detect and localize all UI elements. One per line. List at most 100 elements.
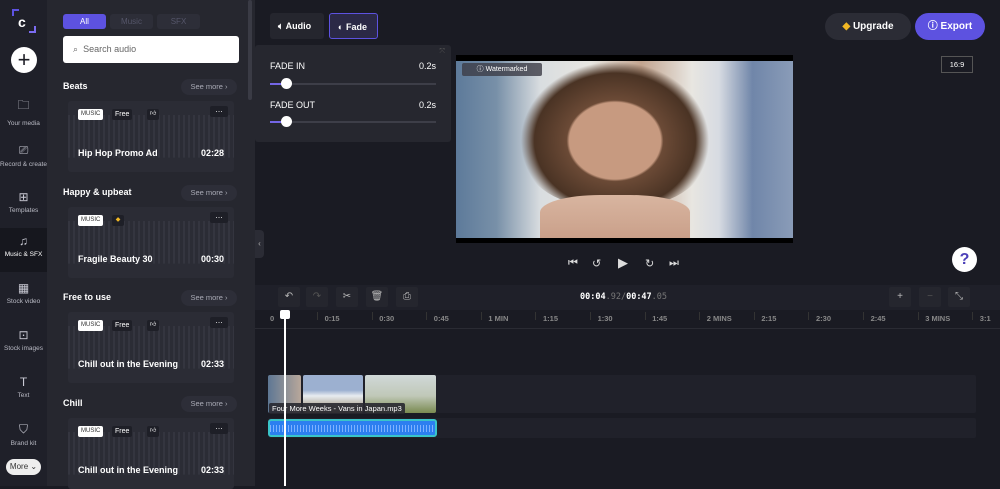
fade-out-handle[interactable] [281, 116, 292, 127]
image-icon: ⊡ [18, 328, 29, 342]
track-title: Hip Hop Promo Ad [78, 148, 158, 158]
see-more-button[interactable]: See more › [181, 290, 237, 306]
fade-in-handle[interactable] [281, 78, 292, 89]
split-scissors-icon[interactable]: ✂ [336, 287, 358, 307]
ruler-tick: 2:30 [816, 314, 832, 323]
free-badge: Free [112, 320, 133, 331]
ruler-tick: 0:45 [433, 314, 449, 323]
nav-item-stock-images[interactable]: ⊡ Stock images [0, 322, 47, 366]
redo-icon[interactable]: ↷ [306, 287, 328, 307]
undo-icon[interactable]: ↶ [278, 287, 300, 307]
music-badge: MUSIC [78, 426, 104, 437]
fade-out-label: FADE OUT [270, 100, 316, 110]
see-more-button[interactable]: See more › [181, 79, 237, 95]
panel-scrollbar[interactable] [248, 0, 252, 100]
ruler-mark [917, 312, 919, 320]
skip-back-icon[interactable]: ⏮ [568, 257, 578, 270]
ruler-mark [863, 312, 864, 320]
subject-figure [520, 61, 710, 206]
fade-tab-button[interactable]: ◐ Fade [329, 13, 378, 39]
rewind-5s-icon[interactable]: ↺ [592, 257, 601, 270]
audio-card[interactable]: MUSIC Free 👍︎ … Hip Hop Promo Ad 02:28 [68, 101, 234, 172]
export-button[interactable]: ⓘ Export [915, 13, 985, 40]
ruler-tick: 1:30 [597, 314, 613, 323]
nav-item-music-sfx[interactable]: ♫ Music & SFX [0, 228, 47, 272]
free-badge: Free [112, 426, 133, 437]
nav-item-templates[interactable]: ⊞ Templates [0, 184, 47, 228]
nav-item-stock-video[interactable]: ▦ Stock video [0, 275, 47, 319]
ruler-mark [972, 312, 974, 320]
more-options-icon[interactable]: … [210, 423, 228, 434]
help-button[interactable]: ? [952, 247, 977, 272]
subject-shirt [540, 195, 690, 238]
detach-audio-icon[interactable]: ⎙ [396, 287, 418, 307]
audio-panel: All Music SFX ⌕ Search audio Beats See m… [47, 0, 255, 489]
ruler-tick: 1 MIN [488, 314, 509, 323]
section-title: Beats [63, 81, 88, 91]
more-options-icon[interactable]: … [210, 106, 228, 117]
audio-label: Audio [285, 21, 312, 31]
create-button[interactable]: + [11, 47, 37, 73]
more-button[interactable]: More ⌄ [6, 459, 41, 475]
nav-item-brand-kit[interactable]: ⛉ Brand kit [0, 416, 47, 460]
playhead[interactable] [284, 312, 286, 486]
see-more-button[interactable]: See more › [181, 396, 237, 412]
text-icon: T [19, 375, 28, 389]
fade-out-slider[interactable] [270, 121, 436, 123]
fade-in-slider[interactable] [270, 83, 436, 85]
templates-icon: ⊞ [18, 190, 29, 204]
zoom-out-icon[interactable]: − [919, 287, 941, 307]
ruler-mark [317, 312, 318, 320]
search-input[interactable]: ⌕ Search audio [63, 36, 239, 63]
music-badge: MUSIC [78, 109, 104, 120]
fade-icon: ◐ [338, 22, 344, 32]
ruler-tick: 2:45 [870, 314, 886, 323]
track-duration: 02:33 [200, 465, 224, 475]
clip-name: Four More Weeks - Vans in Japan.mp3 [269, 403, 405, 414]
audio-tab-button[interactable]: 🔈︎ Audio [270, 13, 324, 39]
fit-timeline-icon[interactable]: ⤡ [948, 287, 970, 307]
more-options-icon[interactable]: … [210, 317, 228, 328]
playhead-handle[interactable] [280, 310, 290, 319]
speaker-icon: 🔈︎ [278, 21, 284, 31]
music-icon: ♫ [19, 234, 28, 248]
premium-icon: ◆ [112, 215, 124, 226]
ruler-mark [753, 312, 755, 320]
section-title: Happy & upbeat [63, 187, 132, 197]
total-time-frac: .05 [651, 292, 668, 302]
audio-card[interactable]: MUSIC Free 👍︎ … Chill out in the Evening… [68, 312, 234, 383]
music-badge: MUSIC [78, 215, 104, 226]
play-icon[interactable]: ▶ [618, 255, 628, 271]
track-title: Chill out in the Evening [78, 465, 178, 475]
aspect-ratio-button[interactable]: 16:9 [941, 56, 973, 73]
track-title: Chill out in the Evening [78, 359, 178, 369]
thumbs-up-icon: 👍︎ [147, 426, 159, 437]
skip-forward-icon[interactable]: ⏭ [669, 257, 679, 270]
nav-item-label: Record & create [0, 161, 47, 168]
delete-icon[interactable]: 🗑︎ [366, 287, 388, 307]
clipchamp-logo[interactable]: c [11, 8, 37, 34]
nav-item-record-create[interactable]: ⎚ Record & create [0, 137, 47, 181]
nav-item-text[interactable]: T Text [0, 369, 47, 413]
camera-icon: ⎚ [18, 143, 29, 157]
tab-all[interactable]: All [63, 14, 106, 29]
free-badge: Free [112, 109, 133, 120]
forward-5s-icon[interactable]: ↻ [645, 257, 654, 270]
nav-item-label: Your media [7, 120, 40, 127]
audio-card[interactable]: MUSIC Free 👍︎ … Chill out in the Evening… [68, 418, 234, 489]
collapse-panel-button[interactable]: ‹ [255, 230, 264, 258]
drag-handle-icon[interactable]: ⤧ [439, 48, 445, 56]
timeline-ruler[interactable] [255, 310, 1000, 329]
ruler-mark [535, 312, 537, 320]
watermark-badge: ⓘ Watermarked [462, 63, 542, 76]
tab-sfx[interactable]: SFX [157, 14, 200, 29]
audio-clip[interactable] [268, 419, 437, 437]
zoom-in-icon[interactable]: + [889, 287, 911, 307]
nav-item-your-media[interactable]: 🗀 Your media [0, 90, 47, 134]
tab-music[interactable]: Music [110, 14, 153, 29]
see-more-button[interactable]: See more › [181, 185, 237, 201]
more-options-icon[interactable]: … [210, 212, 228, 223]
audio-card[interactable]: MUSIC ◆ … Fragile Beauty 30 00:30 [68, 207, 234, 278]
upgrade-button[interactable]: ◆ Upgrade [825, 13, 911, 40]
ruler-mark [644, 312, 646, 320]
